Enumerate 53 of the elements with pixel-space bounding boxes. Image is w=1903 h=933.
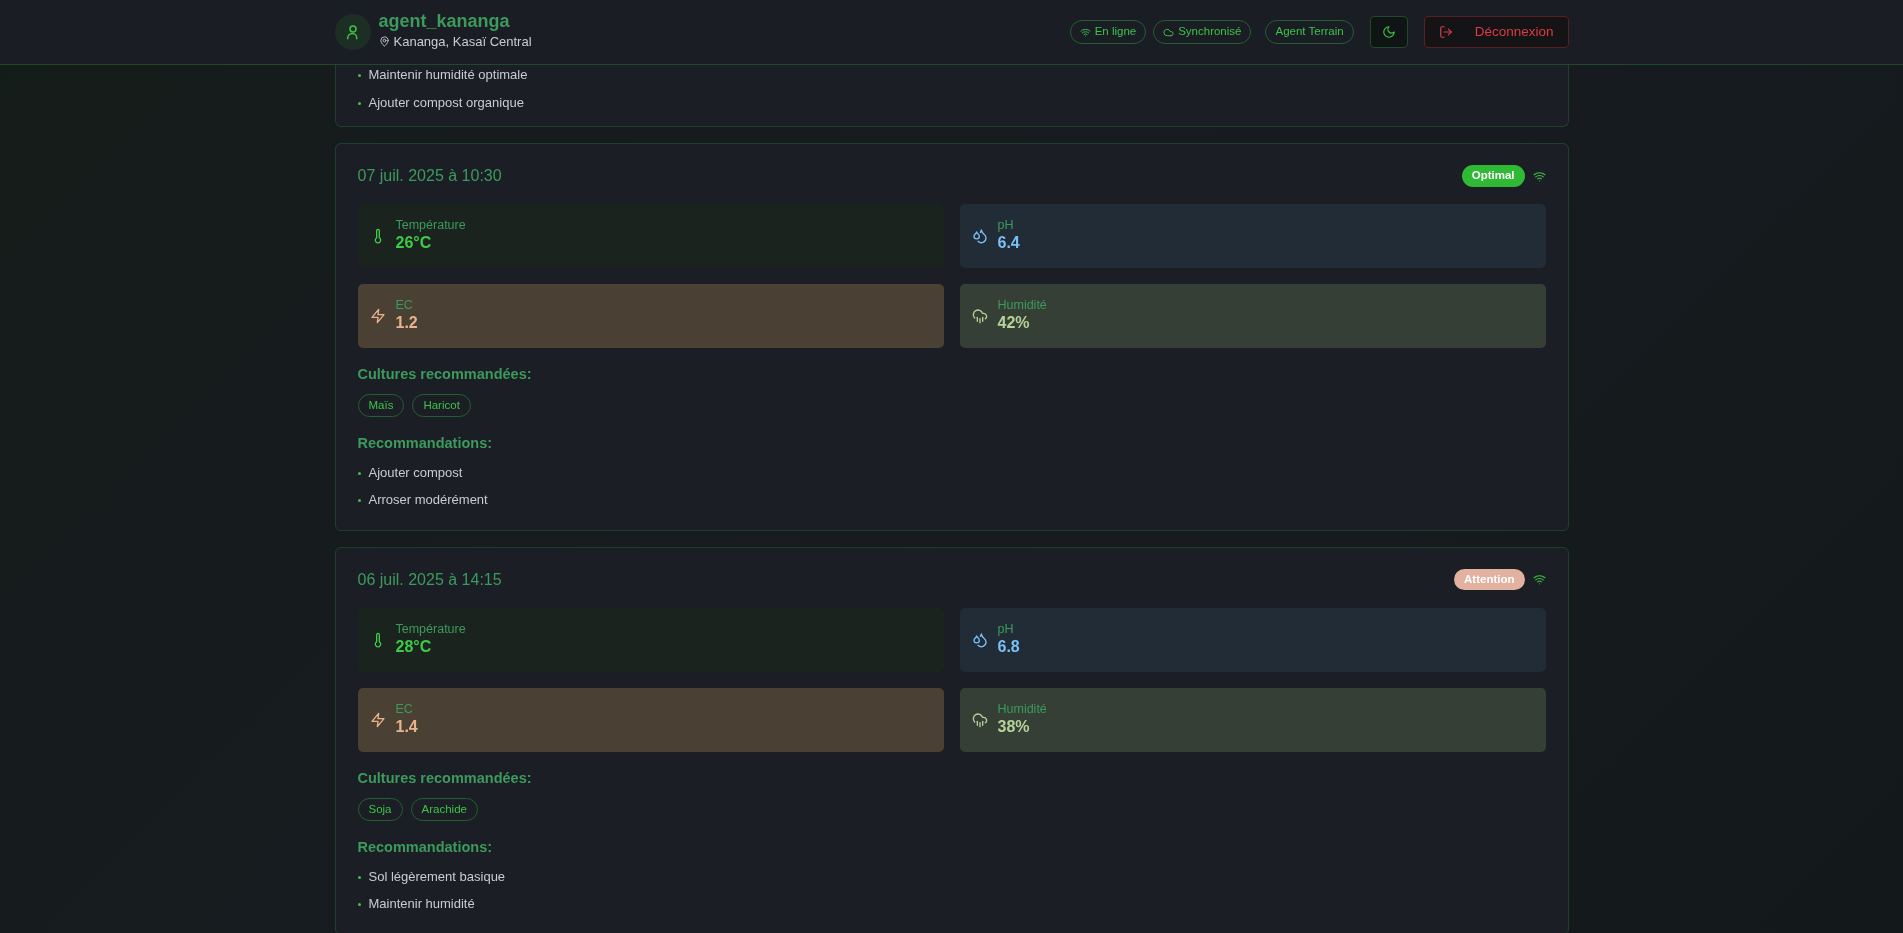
reading-date: 06 juil. 2025 à 14:15 (357, 569, 502, 590)
rain-cloud-icon (971, 308, 988, 324)
bullet-icon (357, 471, 361, 475)
logout-icon (1438, 25, 1453, 39)
wifi-icon (1532, 573, 1546, 587)
recommendation-text: Sol légèrement basique (368, 867, 506, 886)
recommendation-text: Maintenir humidité (368, 895, 475, 913)
metric-label: EC (395, 298, 414, 314)
bullet-icon (357, 903, 361, 906)
metric-label: pH (997, 621, 1015, 637)
metric-label: Température (395, 218, 466, 234)
metric-value: 6.4 (997, 233, 1020, 254)
section-heading: Recommandations: (357, 837, 494, 857)
metric-value: 38% (997, 716, 1031, 737)
droplets-icon (971, 631, 988, 648)
recommendation-text: Ajouter compost organique (368, 93, 524, 112)
metric-label: EC (395, 701, 414, 717)
metric-value: 26°C (395, 233, 433, 254)
section-heading: Cultures recommandées: (357, 365, 533, 384)
logout-button[interactable]: Déconnexion (1423, 16, 1569, 48)
rain-cloud-icon (971, 711, 988, 728)
recommendation-text: Arroser modérément (368, 491, 488, 510)
section-heading: Cultures recommandées: (357, 768, 533, 788)
cloud-icon (1163, 26, 1175, 38)
location-pin-icon (378, 36, 390, 48)
metric-value: 28°C (395, 636, 433, 657)
bullet-icon (357, 74, 361, 77)
theme-toggle-button[interactable] (1369, 16, 1408, 48)
bullet-icon (357, 101, 361, 105)
username: agent_kananga (378, 12, 511, 33)
metric-label: Humidité (997, 701, 1047, 717)
metric-value: 1.2 (395, 313, 418, 334)
metric-value: 42% (997, 313, 1031, 334)
metric-value: 1.4 (395, 716, 418, 737)
bullet-icon (357, 875, 361, 879)
lightning-icon (369, 711, 386, 728)
metric-label: pH (997, 218, 1015, 234)
recommendation-text: Ajouter compost (368, 463, 463, 482)
metric-value: 6.8 (997, 636, 1020, 657)
droplets-icon (971, 228, 988, 244)
reading-date: 07 juil. 2025 à 10:30 (357, 166, 502, 186)
status-badge: Optimal (1461, 165, 1525, 187)
location-text: Kananga, Kasaï Central (393, 33, 532, 52)
status-badge: Attention (1454, 569, 1525, 591)
moon-icon (1381, 25, 1396, 39)
section-heading: Recommandations: (357, 434, 494, 453)
wifi-icon (1079, 26, 1091, 38)
lightning-icon (369, 308, 386, 324)
bullet-icon (357, 499, 361, 503)
metric-label: Humidité (997, 298, 1047, 314)
wifi-icon (1532, 169, 1546, 183)
metric-label: Température (395, 621, 466, 637)
recommendation-text: Maintenir humidité optimale (368, 66, 528, 84)
